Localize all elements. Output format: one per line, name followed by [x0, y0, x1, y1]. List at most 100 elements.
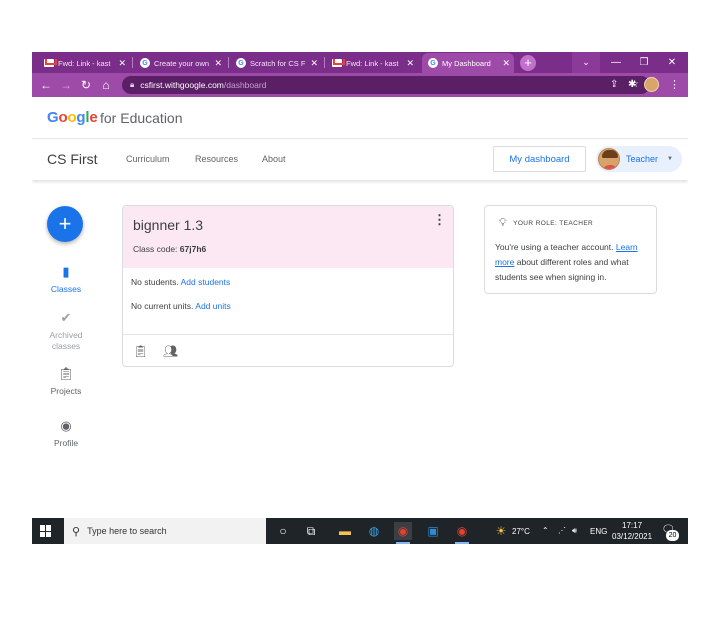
url-path: /dashboard [223, 80, 267, 90]
class-card[interactable]: bignner 1.3 Class code: 67j7h6 ⋮ No stud… [122, 205, 454, 367]
address-bar[interactable]: 🔒︎ csfirst.withgoogle.com/dashboard ⇪ ☆ [122, 76, 650, 94]
cortana-icon[interactable]: ○ [274, 522, 292, 540]
search-icon: ⚲ [72, 525, 81, 538]
screen: Fwd: Link - kast ✕ G Create your own ✕ G… [32, 52, 688, 544]
close-icon[interactable]: ✕ [502, 58, 510, 69]
restore-icon[interactable]: ❐ [630, 52, 658, 73]
tab-separator [324, 57, 325, 68]
more-vertical-icon[interactable]: ⋮ [433, 212, 446, 228]
class-card-header: bignner 1.3 Class code: 67j7h6 ⋮ [123, 206, 453, 268]
forward-arrow-icon[interactable]: → [58, 76, 74, 94]
check-icon: ✔ [60, 310, 72, 325]
tab-title: Scratch for CS F [250, 58, 306, 68]
browser-tab-3[interactable]: G Scratch for CS F ✕ [230, 53, 322, 73]
sidebar-item-projects[interactable]: 📋︎ Projects [34, 366, 98, 396]
gmail-icon [44, 59, 54, 67]
google-education-header: Google for Education [32, 97, 688, 139]
clipboard-icon: 📋︎ [57, 366, 75, 381]
assignment-icon[interactable]: 📋︎ [133, 344, 148, 358]
class-code: Class code: 67j7h6 [133, 244, 207, 254]
browser-tab-strip: Fwd: Link - kast ✕ G Create your own ✕ G… [32, 52, 688, 73]
sidebar-item-label: Projects [50, 386, 82, 396]
tab-title: Create your own [154, 58, 210, 68]
task-view-icon[interactable]: ⧉ [302, 522, 320, 540]
google-icon: G [236, 58, 246, 68]
role-info-box: 💡︎ YOUR ROLE: TEACHER You're using a tea… [484, 205, 657, 294]
sidebar-item-classes[interactable]: ▮ Classes [34, 264, 98, 294]
search-placeholder: Type here to search [87, 526, 167, 536]
edge-browser-icon[interactable]: ◍ [365, 522, 383, 540]
add-class-button[interactable]: + [47, 206, 83, 242]
add-units-link[interactable]: Add units [195, 301, 230, 311]
class-name[interactable]: bignner 1.3 [133, 217, 203, 233]
tab-separator [132, 57, 133, 68]
show-hidden-icons[interactable]: ⌃ [542, 526, 549, 535]
close-icon[interactable]: ✕ [406, 58, 414, 69]
chrome-profile-icon[interactable]: ◉ [453, 522, 471, 544]
reload-icon[interactable]: ↻ [78, 76, 94, 94]
taskbar-search-box[interactable]: ⚲ Type here to search [64, 518, 266, 544]
manage-students-icon[interactable]: 👥︎ [163, 344, 178, 358]
units-row: No current units. Add units [131, 301, 231, 311]
minimize-icon[interactable]: — [602, 52, 630, 73]
file-explorer-icon[interactable]: ▬ [336, 522, 354, 540]
teacher-avatar [598, 148, 620, 170]
windows-start-icon[interactable] [40, 525, 52, 537]
my-dashboard-button[interactable]: My dashboard [493, 146, 586, 172]
sidebar-item-label: Archived classes [49, 330, 83, 351]
browser-tab-4[interactable]: Fwd: Link - kast ✕ [326, 53, 418, 73]
photos-icon[interactable]: ▣ [424, 522, 442, 540]
wifi-icon[interactable]: ⋰ [558, 526, 566, 535]
more-menu-icon[interactable]: ⋮ [669, 76, 680, 94]
clock-time[interactable]: 17:17 [622, 521, 642, 530]
extensions-icon[interactable]: ✱ [628, 76, 636, 94]
role-description: You're using a teacher account. Learn mo… [495, 242, 638, 282]
close-icon[interactable]: ✕ [310, 58, 318, 69]
account-chip[interactable]: Teacher ▼ [596, 146, 682, 172]
lock-icon: 🔒︎ [130, 80, 135, 89]
browser-tab-1[interactable]: Fwd: Link - kast ✕ [38, 53, 130, 73]
sidebar-item-profile[interactable]: ◉ Profile [34, 418, 98, 448]
no-units-text: No current units. [131, 301, 194, 311]
nav-link-resources[interactable]: Resources [195, 154, 238, 164]
education-label: for Education [100, 110, 183, 126]
window-close-icon[interactable]: ✕ [658, 52, 686, 73]
chrome-icon[interactable]: ◉ [394, 522, 412, 544]
class-card-footer: 📋︎ 👥︎ [123, 334, 453, 366]
sidebar-item-label: Classes [50, 284, 82, 294]
volume-icon[interactable]: 🔊︎ [572, 526, 577, 536]
site-title[interactable]: CS First [47, 151, 98, 167]
close-icon[interactable]: ✕ [118, 58, 126, 69]
weather-icon: ☀ [495, 524, 507, 538]
browser-tab-active[interactable]: G My Dashboard ✕ [422, 53, 514, 73]
add-students-link[interactable]: Add students [181, 277, 231, 287]
home-icon[interactable]: ⌂ [98, 76, 114, 94]
language-indicator[interactable]: ENG [590, 527, 607, 536]
profile-icon: ◉ [60, 418, 72, 433]
google-icon: G [428, 58, 438, 68]
role-heading: 💡︎ YOUR ROLE: TEACHER [499, 217, 594, 229]
browser-tab-2[interactable]: G Create your own ✕ [134, 53, 226, 73]
back-arrow-icon[interactable]: ← [38, 76, 54, 94]
account-role-label: Teacher [626, 154, 659, 164]
students-row: No students. Add students [131, 277, 230, 287]
nav-link-about[interactable]: About [262, 154, 286, 164]
class-book-icon: ▮ [62, 264, 70, 279]
chevron-down-icon: ▼ [667, 156, 673, 162]
google-logo[interactable]: Google [47, 109, 98, 126]
close-icon[interactable]: ✕ [214, 58, 222, 69]
notification-count: 20 [666, 530, 679, 541]
tab-separator [228, 57, 229, 68]
profile-avatar[interactable] [644, 77, 659, 92]
sidebar-item-archived[interactable]: ✔ Archived classes [34, 310, 98, 352]
clock-date[interactable]: 03/12/2021 [612, 532, 652, 541]
url-host: csfirst.withgoogle.com [140, 80, 224, 90]
nav-link-curriculum[interactable]: Curriculum [126, 154, 170, 164]
sidebar-item-label: Profile [53, 438, 79, 448]
temperature: 27°C [512, 527, 530, 536]
no-students-text: No students. [131, 277, 179, 287]
tab-search-icon[interactable]: ⌄ [572, 52, 600, 73]
tab-title: Fwd: Link - kast [58, 58, 111, 68]
new-tab-button[interactable]: + [520, 55, 536, 71]
share-icon[interactable]: ⇪ [610, 76, 618, 94]
